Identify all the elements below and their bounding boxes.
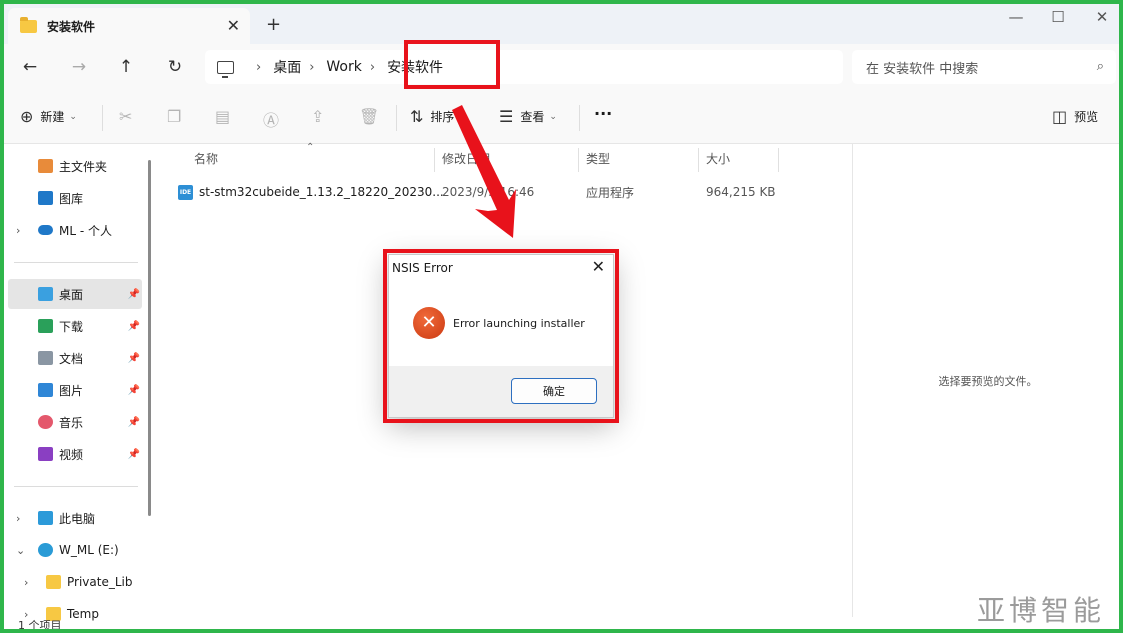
annotation-highlight-dialog: [383, 249, 619, 423]
watermark: 亚博智能: [976, 594, 1105, 627]
screenshot-frame: 安装软件 ✕ + — ☐ ✕ ← → ↑ ↻ › 桌面 › Work › 安装软…: [0, 0, 1123, 633]
red-arrow-icon: [452, 105, 516, 238]
